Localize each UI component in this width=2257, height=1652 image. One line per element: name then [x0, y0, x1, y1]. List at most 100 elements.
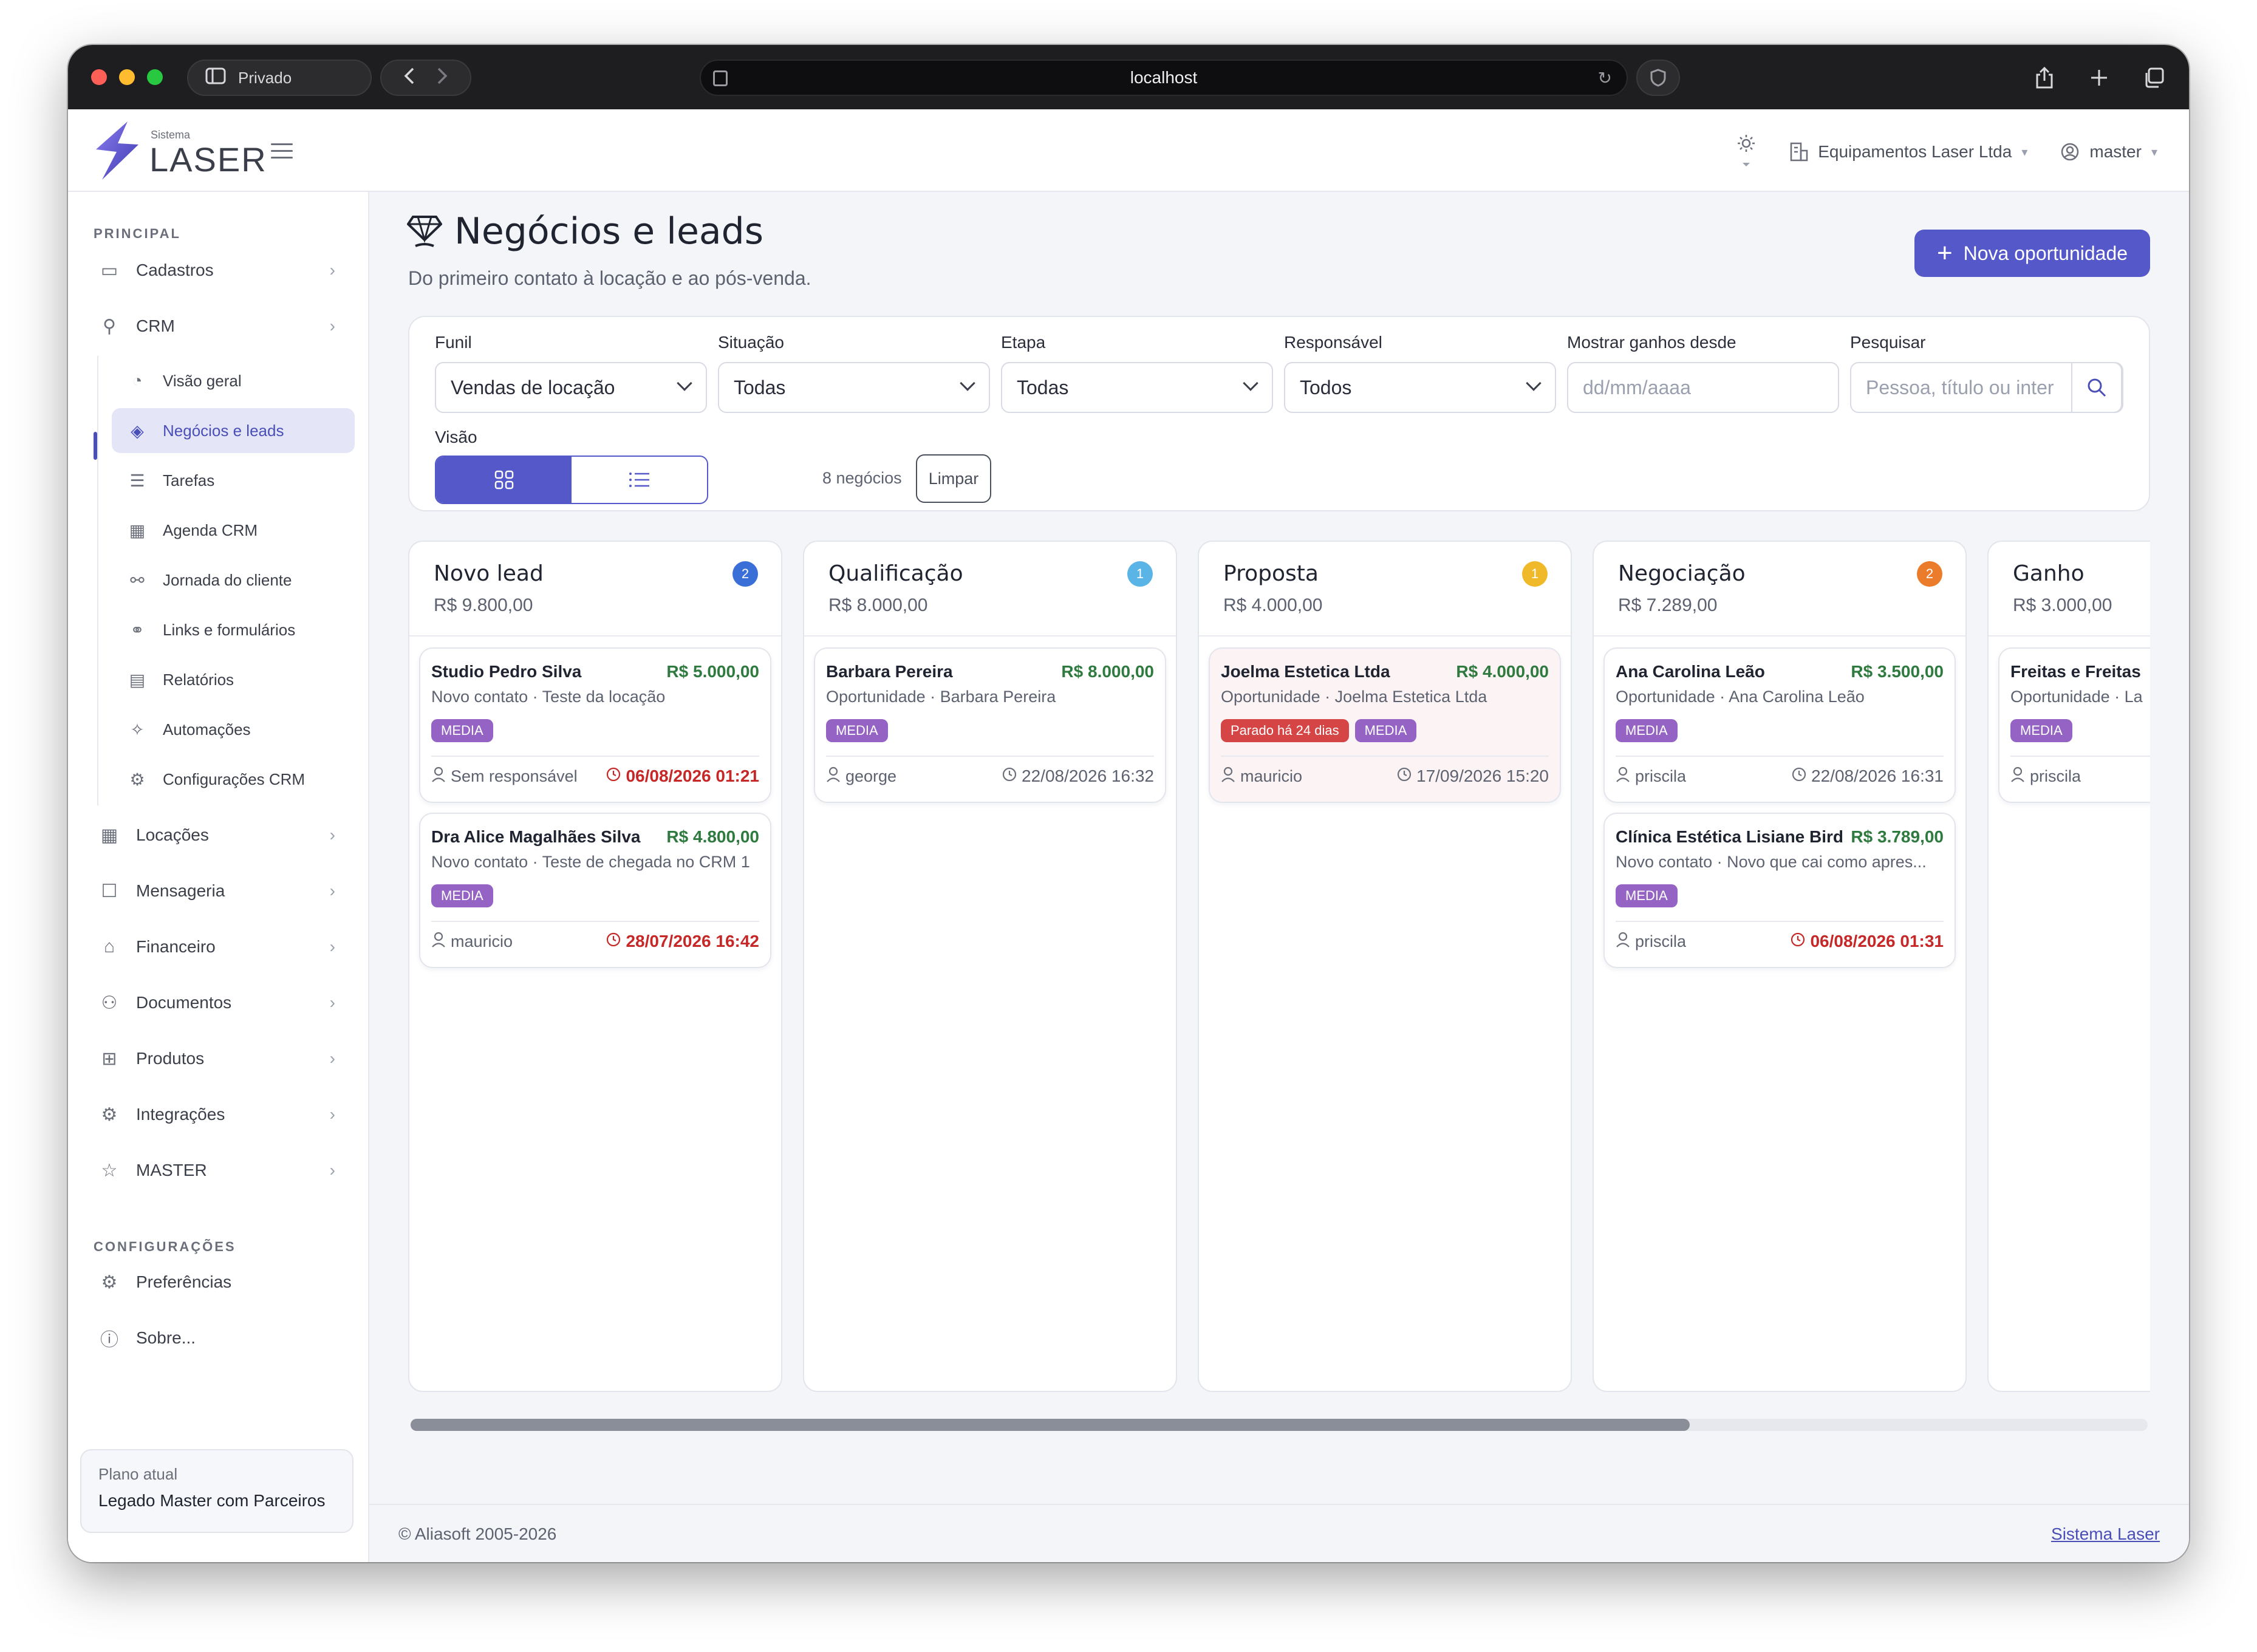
sidebar-item-cadastros[interactable]: ▭ Cadastros ›: [97, 248, 343, 293]
building-icon: [1790, 142, 1808, 162]
sidebar-item-produtos[interactable]: ⊞ Produtos ›: [97, 1036, 343, 1081]
sidebar-sub-agenda-crm[interactable]: ▦ Agenda CRM: [112, 508, 355, 553]
clock-icon: [1791, 932, 1805, 951]
chat-icon: ☐: [101, 881, 118, 901]
sidebar-sub-label: Automações: [163, 720, 251, 739]
sidebar-item-integracoes[interactable]: ⚙ Integrações ›: [97, 1092, 343, 1137]
board-scrollbar[interactable]: [411, 1419, 2148, 1431]
priority-tag: MEDIA: [2010, 719, 2072, 742]
sidebar-item-crm[interactable]: ⚲ CRM ›: [97, 304, 343, 349]
chevron-right-icon: ›: [329, 1105, 335, 1124]
owner-select[interactable]: Todos: [1284, 362, 1556, 413]
sidebar-item-sobre[interactable]: ⓘ Sobre...: [97, 1316, 343, 1360]
sidebar-item-master[interactable]: ☆ MASTER ›: [97, 1148, 343, 1193]
diamond-icon: ◈: [131, 421, 144, 440]
deal-owner: priscila: [1616, 932, 1686, 952]
deal-tags: MEDIA: [1616, 719, 1678, 742]
funnel-select[interactable]: Vendas de locação: [435, 362, 707, 413]
deal-subtitle: Novo contato · Teste de chegada no CRM 1: [431, 853, 750, 871]
deal-card[interactable]: Joelma Estetica Ltda R$ 4.000,00 Oportunid…: [1209, 647, 1561, 803]
new-opportunity-button[interactable]: + Nova oportunidade: [1914, 230, 2150, 277]
deal-subtitle: Novo contato · Novo que cai como apres..…: [1616, 853, 1927, 871]
deal-card[interactable]: Dra Alice Magalhães Silva R$ 4.800,00 Novo…: [419, 813, 771, 968]
column-title: Proposta: [1223, 561, 1319, 586]
since-date-input[interactable]: dd/mm/aaaa: [1567, 362, 1839, 413]
clear-filters-button[interactable]: Limpar: [916, 454, 991, 503]
kanban-view-button[interactable]: [436, 457, 572, 503]
sidebar-sub-relatorios[interactable]: ▤ Relatórios: [112, 657, 355, 702]
user-menu[interactable]: master ▾: [2060, 142, 2157, 162]
column-count-badge: 2: [1917, 561, 1942, 587]
sidebar-sub-config-crm[interactable]: ⚙ Configurações CRM: [112, 757, 355, 802]
sidebar-item-documentos[interactable]: ⚇ Documentos ›: [97, 980, 343, 1025]
deal-name: Studio Pedro Silva: [431, 662, 582, 681]
sidebar-item-financeiro[interactable]: ⌂ Financeiro ›: [97, 924, 343, 969]
sidebar-item-mensageria[interactable]: ☐ Mensageria ›: [97, 869, 343, 913]
deal-card[interactable]: Barbara Pereira R$ 8.000,00 Oportunidade ·…: [814, 647, 1166, 803]
search-input[interactable]: Pessoa, título ou inter: [1850, 362, 2123, 413]
sidebar-sub-links[interactable]: ⚭ Links e formulários: [112, 607, 355, 652]
maximize-window-button[interactable]: [147, 69, 163, 85]
chevron-right-icon: ›: [329, 993, 335, 1012]
sidebar-sub-automacoes[interactable]: ✧ Automações: [112, 707, 355, 752]
journey-icon: ⚯: [130, 570, 145, 590]
sidebar-item-locacoes[interactable]: ▦ Locações ›: [97, 813, 343, 858]
deal-owner: george: [826, 766, 896, 787]
chevron-down-icon: [677, 375, 692, 391]
sidebar-item-preferencias[interactable]: ⚙ Preferências: [97, 1260, 343, 1305]
kanban-board: Novo lead R$ 9.800,00 2 Studio Pedro Silva R…: [408, 541, 2150, 1403]
deal-name: Freitas e Freitas: [2010, 662, 2141, 681]
kanban-column: Qualificação R$ 8.000,00 1 Barbara Pereira R…: [803, 541, 1177, 1392]
url-text: localhost: [1130, 68, 1198, 87]
clock-icon: [606, 932, 621, 951]
deal-due-date: 22/08/2026 16:31: [1792, 766, 1944, 786]
reload-icon[interactable]: ↻: [1598, 68, 1612, 88]
integrations-icon: ⚙: [101, 1104, 118, 1125]
app-logo[interactable]: Sistema LASER: [90, 120, 266, 181]
sidebar-item-label: MASTER: [136, 1161, 207, 1179]
theme-toggle[interactable]: [1735, 134, 1757, 170]
list-icon: [629, 473, 649, 487]
sidebar-sub-tarefas[interactable]: ☰ Tarefas: [112, 458, 355, 503]
status-value: Todas: [734, 376, 786, 398]
shield-icon[interactable]: [1636, 60, 1680, 96]
deal-card[interactable]: Ana Carolina Leão R$ 3.500,00 Oportunidade…: [1603, 647, 1956, 803]
new-tab-icon[interactable]: [2081, 60, 2117, 96]
chevron-down-icon: [1526, 375, 1542, 391]
company-selector[interactable]: Equipamentos Laser Ltda ▾: [1790, 142, 2027, 162]
search-button[interactable]: [2071, 362, 2122, 413]
footer-link[interactable]: Sistema Laser: [2051, 1524, 2160, 1544]
close-window-button[interactable]: [91, 69, 107, 85]
sidebar-sub-visao-geral[interactable]: ◔ Visão geral: [112, 358, 355, 403]
sidebar-sub-jornada[interactable]: ⚯ Jornada do cliente: [112, 558, 355, 602]
deal-tags: MEDIA: [431, 719, 493, 742]
history-nav: [380, 60, 471, 96]
deal-due-date: 06/08/2026 01:31: [1791, 932, 1944, 951]
forward-icon[interactable]: [436, 67, 448, 89]
deal-name: Clínica Estética Lisiane Bird: [1616, 827, 1844, 846]
stage-label: Etapa: [1001, 333, 1046, 352]
status-select[interactable]: Todas: [718, 362, 990, 413]
sidebar-sub-negocios-leads[interactable]: ◈ Negócios e leads: [112, 408, 355, 453]
checklist-icon: ☰: [129, 471, 145, 490]
view-toggle: [435, 456, 708, 504]
deal-card[interactable]: Studio Pedro Silva R$ 5.000,00 Novo contat…: [419, 647, 771, 803]
deal-name: Ana Carolina Leão: [1616, 662, 1765, 681]
chevron-right-icon: ›: [329, 825, 335, 844]
list-view-button[interactable]: [572, 457, 707, 503]
private-tab-indicator[interactable]: Privado: [187, 60, 372, 96]
stalled-badge: Parado há 24 dias: [1221, 719, 1349, 742]
crm-submenu-rail: [97, 356, 98, 805]
tab-overview-icon[interactable]: [2136, 60, 2172, 96]
scrollbar-thumb[interactable]: [411, 1419, 1690, 1431]
card-divider: [431, 756, 759, 757]
menu-toggle-icon[interactable]: [271, 143, 293, 159]
share-icon[interactable]: [2026, 60, 2063, 96]
back-icon[interactable]: [403, 67, 415, 89]
deal-card[interactable]: Clínica Estética Lisiane Bird R$ 3.789,00…: [1603, 813, 1956, 968]
address-bar[interactable]: localhost ↻: [700, 60, 1628, 96]
deal-card[interactable]: Freitas e Freitas Oportunidade · La MEDIA p…: [1998, 647, 2150, 803]
gear-icon: ⚙: [129, 770, 145, 789]
stage-select[interactable]: Todas: [1001, 362, 1273, 413]
minimize-window-button[interactable]: [119, 69, 135, 85]
